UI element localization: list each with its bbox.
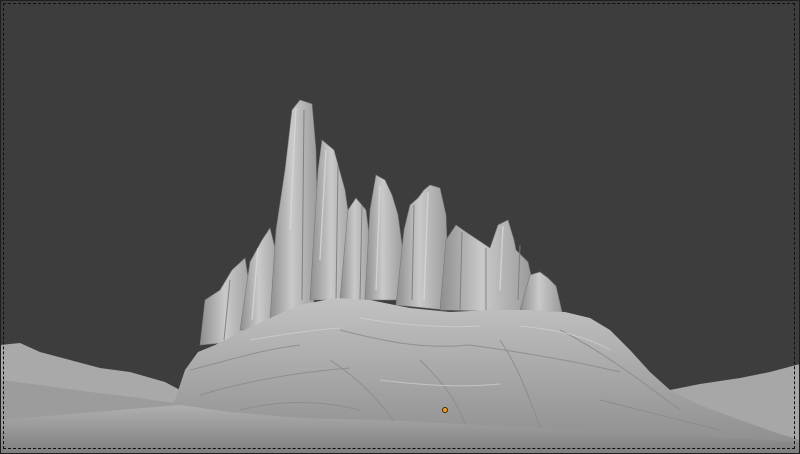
- object-origin-icon[interactable]: [442, 407, 448, 413]
- 3d-viewport[interactable]: [0, 0, 800, 454]
- terrain-mesh[interactable]: [0, 0, 800, 454]
